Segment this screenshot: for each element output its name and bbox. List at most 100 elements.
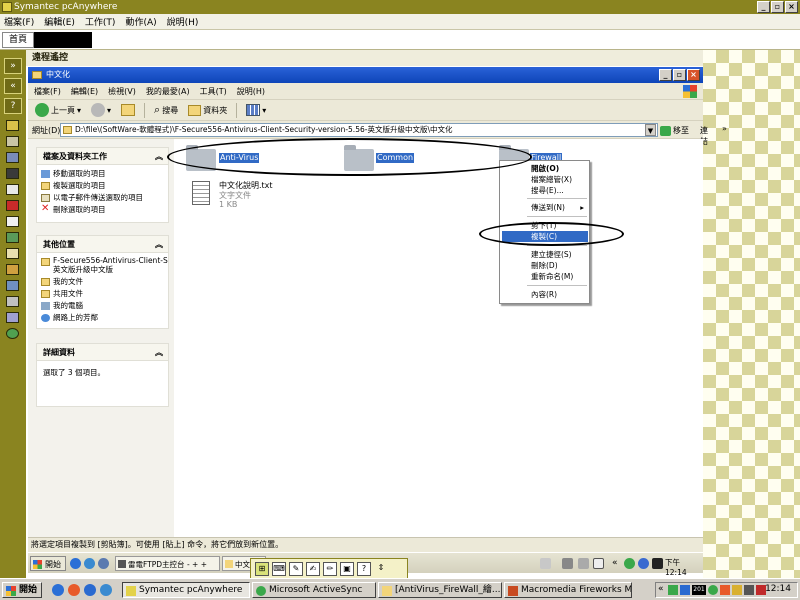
grid-icon[interactable] [6,232,19,243]
place-parent-folder[interactable]: F-Secure556-Antivirus-Client-S 英文版升級中文版 [37,256,168,276]
menu-item-search[interactable]: 搜尋(E)... [502,185,588,196]
collapse-icon[interactable]: « [4,78,22,94]
text-file-icon[interactable] [192,181,210,205]
monitor-tray-icon[interactable] [652,558,663,569]
menu-item-send-to[interactable]: 傳送到(N) ▸ [502,202,588,213]
fullscreen-icon[interactable]: ⊞ [255,562,269,576]
search-button[interactable]: ⌕ 搜尋 [151,103,181,117]
badge-tray-icon[interactable]: 201 [692,585,706,595]
explorer-menu-view[interactable]: 檢視(V) [108,86,136,97]
ie-icon[interactable] [52,584,64,596]
host-task-fireworks[interactable]: Macromedia Fireworks M... [504,582,632,598]
menu-task[interactable]: 工作(T) [85,15,116,28]
collapse-chevron-icon[interactable]: ︽ [155,236,163,253]
place-my-documents[interactable]: 我的文件 [37,276,168,288]
transfer-icon[interactable] [6,136,19,147]
ie-icon[interactable] [70,558,81,569]
pen-tray-icon[interactable] [578,558,589,569]
alert-tray-icon[interactable] [720,585,730,595]
screen-icon[interactable] [6,168,19,179]
record-icon[interactable] [6,280,19,291]
mail-icon[interactable] [84,584,96,596]
explorer-menu-tools[interactable]: 工具(T) [200,86,227,97]
minimize-button[interactable]: _ [757,1,770,13]
menu-item-explore[interactable]: 檔案總管(X) [502,174,588,185]
refresh-icon[interactable] [6,184,19,195]
monitor-tray-icon[interactable] [744,585,754,595]
host-task-folder[interactable]: [AntiVirus_FireWall_繪... [378,582,502,598]
details-header[interactable]: 詳細資料 ︽ [37,344,168,361]
links-chevron-icon[interactable]: » [722,124,727,133]
edit-icon[interactable]: ✍ [306,562,320,576]
help-icon[interactable]: ? [357,562,371,576]
menu-item-create-shortcut[interactable]: 建立捷徑(S) [502,249,588,260]
place-shared-documents[interactable]: 共用文件 [37,288,168,300]
forward-button[interactable]: ▾ [88,103,114,117]
clipboard-icon[interactable] [6,248,19,259]
snapshot-icon[interactable] [6,296,19,307]
explorer-close-button[interactable]: × [687,69,700,81]
task-copy-items[interactable]: 複製選取的項目 [37,180,168,192]
place-my-computer[interactable]: 我的電腦 [37,300,168,312]
go-button[interactable]: 移至 [660,125,689,136]
print-icon[interactable] [6,264,19,275]
users-icon[interactable] [6,312,19,323]
screen-icon[interactable]: ▣ [340,562,354,576]
collapse-chevron-icon[interactable]: ︽ [155,148,163,165]
folders-button[interactable]: 資料夾 [185,104,230,116]
host-task-pcanywhere[interactable]: Symantec pcAnywhere [122,582,250,598]
media-icon[interactable] [100,584,112,596]
task-email-items[interactable]: 以電子郵件傳送選取的項目 [37,192,168,204]
draw-icon[interactable]: ✏ [323,562,337,576]
tray-expand-icon[interactable]: « [612,558,618,568]
explorer-menu-help[interactable]: 說明(H) [237,86,265,97]
remote-task-ftpd[interactable]: 雷電FTPD主控台 - + + [115,556,220,571]
menu-file[interactable]: 檔案(F) [4,15,34,28]
address-dropdown-icon[interactable]: ▼ [645,124,656,136]
host-task-activesync[interactable]: Microsoft ActiveSync [252,582,376,598]
menu-edit[interactable]: 編輯(E) [44,15,75,28]
explorer-menu-edit[interactable]: 編輯(E) [71,86,98,97]
media-icon[interactable] [84,558,95,569]
up-folder-button[interactable] [118,104,138,116]
desktop-icon[interactable] [98,558,109,569]
explorer-maximize-button[interactable]: ▫ [673,69,686,81]
remote-start-button[interactable]: 開始 [30,556,66,571]
browser-icon[interactable] [68,584,80,596]
collapse-chevron-icon[interactable]: ︽ [155,344,163,361]
printer-tray-icon[interactable] [540,558,551,569]
explorer-menu-favorites[interactable]: 我的最愛(A) [146,86,190,97]
sync-tray-icon[interactable] [708,585,718,595]
close-button[interactable]: × [785,1,798,13]
volume-tray-icon[interactable] [680,585,690,595]
scale-icon[interactable] [6,216,19,227]
expand-icon[interactable]: » [4,58,22,74]
menu-help[interactable]: 說明(H) [167,15,199,28]
views-button[interactable]: ▾ [243,104,269,116]
explorer-menu-file[interactable]: 檔案(F) [34,86,61,97]
task-move-items[interactable]: 移動選取的項目 [37,168,168,180]
keyboard-icon[interactable] [6,120,19,131]
task-delete-items[interactable]: ✕ 刪除選取的項目 [37,204,168,216]
other-places-header[interactable]: 其他位置 ︽ [37,236,168,253]
chat-icon[interactable] [6,152,19,163]
menu-item-rename[interactable]: 重新命名(M) [502,271,588,282]
menu-item-properties[interactable]: 內容(R) [502,289,588,300]
tab-session[interactable] [34,32,92,48]
tab-home[interactable]: 首頁 [2,32,35,48]
file-label[interactable]: 中文化說明.txt [218,181,274,191]
connect-icon[interactable] [6,328,19,339]
host-start-button[interactable]: 開始 [2,582,43,598]
pen-icon[interactable]: ✎ [289,562,303,576]
scroll-arrows-icon[interactable]: ⇕ [374,562,388,576]
file-tasks-header[interactable]: 檔案及資料夾工作 ︽ [37,148,168,165]
back-button[interactable]: 上一頁 ▾ [32,103,84,117]
stop-icon[interactable] [6,200,19,211]
keyboard-icon[interactable]: ⌨ [272,562,286,576]
address-input[interactable]: D:\file\(SoftWare-軟體程式)\F-Secure556-Anti… [60,123,658,137]
menu-item-delete[interactable]: 刪除(D) [502,260,588,271]
help-tray-icon[interactable] [593,558,604,569]
place-network[interactable]: 網路上的芳鄰 [37,312,168,324]
shield-tray-icon[interactable] [732,585,742,595]
network-tray-icon[interactable] [668,585,678,595]
